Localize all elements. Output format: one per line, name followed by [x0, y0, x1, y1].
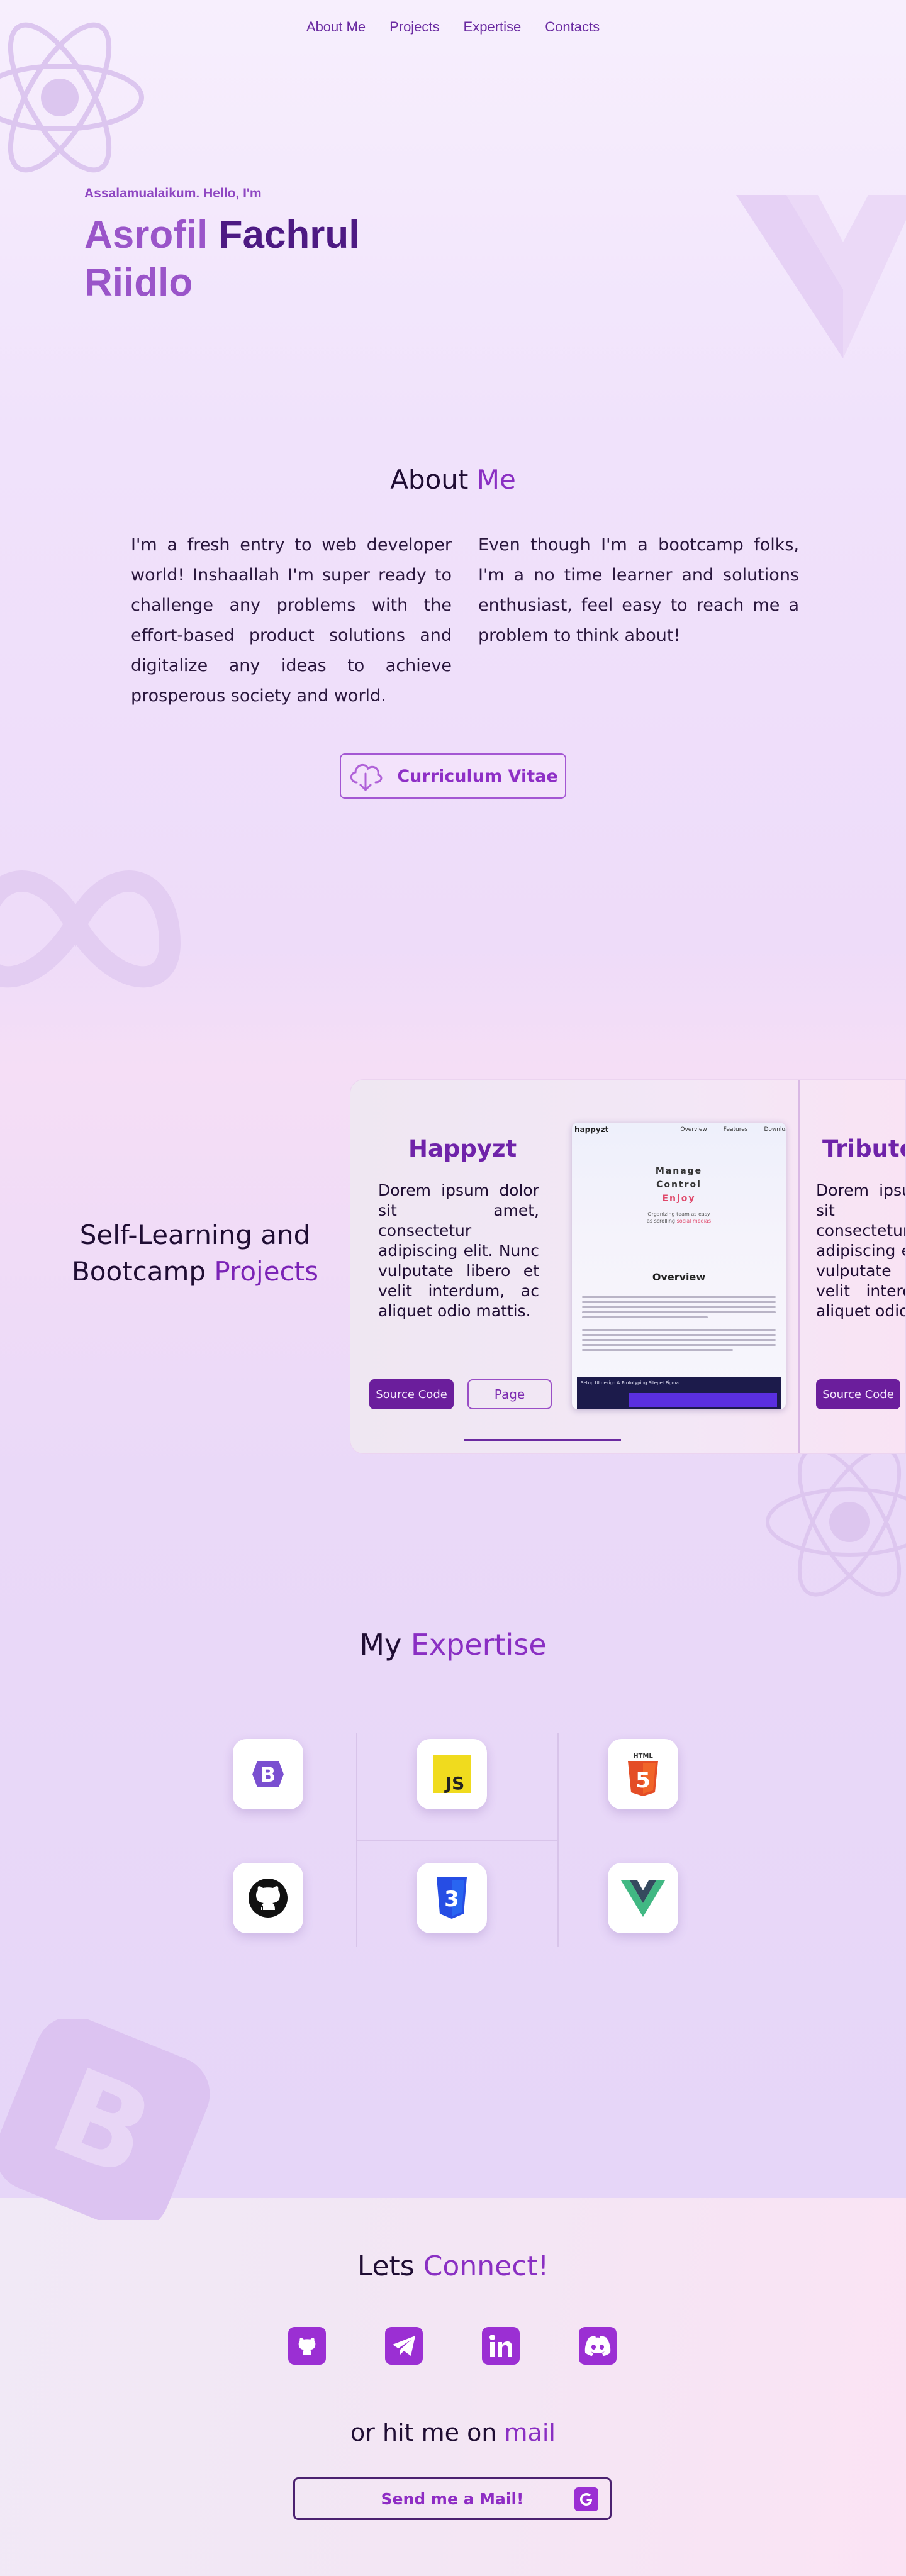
connect-title-accent: Connect!: [423, 2250, 549, 2282]
preview-nav-item: Download: [764, 1126, 786, 1133]
project-title: Tribute: [822, 1135, 906, 1162]
preview-sub-1: Organizing team as easy: [647, 1211, 710, 1217]
preview-headline-1: Manage: [655, 1166, 703, 1176]
preview-text-line: [582, 1334, 776, 1336]
preview-text-line: [582, 1349, 733, 1351]
github-icon: [298, 2338, 316, 2355]
grid-divider: [356, 1840, 559, 1841]
curriculum-vitae-button[interactable]: Curriculum Vitae: [340, 753, 566, 799]
svg-text:3: 3: [444, 1887, 459, 1912]
nav-about-me[interactable]: About Me: [306, 19, 366, 35]
page-button[interactable]: Page: [467, 1379, 552, 1409]
mail-heading-plain: or hit me on: [350, 2419, 497, 2446]
github-icon: [233, 1863, 303, 1933]
linkedin-icon: [489, 2334, 512, 2357]
preview-sub-2-red: social medias: [676, 1218, 711, 1224]
vue-watermark-icon: [736, 195, 906, 358]
project-title: Happyzt: [408, 1135, 517, 1162]
bootstrap-watermark-icon: B: [0, 2019, 210, 2220]
expertise-title-accent: Expertise: [410, 1628, 547, 1662]
about-title: About Me: [0, 464, 906, 495]
telegram-link[interactable]: [385, 2327, 423, 2365]
hero-greeting: Assalamualaikum. Hello, I'm: [84, 186, 262, 201]
html5-icon: HTML 5: [608, 1739, 678, 1809]
discord-link[interactable]: [579, 2327, 617, 2365]
expertise-title: My Expertise: [0, 1628, 906, 1662]
svg-text:5: 5: [635, 1768, 651, 1793]
linkedin-link[interactable]: [482, 2327, 520, 2365]
nav-contacts[interactable]: Contacts: [545, 19, 600, 35]
preview-headline-2: Control: [656, 1180, 702, 1190]
preview-text-line: [582, 1306, 776, 1308]
hero-name: Asrofil Fachrul Riidlo: [84, 211, 411, 307]
telegram-icon: [393, 2336, 415, 2356]
preview-nav-item: Overview: [680, 1126, 707, 1133]
preview-headline: Manage Control Enjoy: [572, 1164, 786, 1206]
preview-text-line: [582, 1316, 708, 1318]
preview-sub-2: as scrolling: [647, 1218, 676, 1224]
projects-heading-accent: Projects: [214, 1256, 319, 1287]
projects-carousel[interactable]: Happyzt Dorem ipsum dolor sit amet, cons…: [350, 1079, 906, 1454]
project-preview-screenshot: happyzt Overview Features Download Manag…: [572, 1123, 786, 1409]
nav-projects[interactable]: Projects: [389, 19, 439, 35]
preview-text-line: [582, 1301, 776, 1303]
svg-text:JS: JS: [444, 1773, 465, 1794]
nav-expertise[interactable]: Expertise: [464, 19, 522, 35]
send-mail-label: Send me a Mail!: [381, 2489, 524, 2508]
svg-text:B: B: [260, 1763, 276, 1787]
preview-text-line: [582, 1296, 776, 1298]
hero-name-last: Riidlo: [84, 261, 193, 304]
vue-icon: [608, 1863, 678, 1933]
preview-subtitle: Organizing team as easy as scrolling soc…: [572, 1211, 786, 1224]
projects-heading: Self-Learning and Bootcamp Projects: [63, 1217, 327, 1290]
hero-name-middle: Fachrul: [218, 213, 360, 257]
preview-text-line: [582, 1344, 776, 1346]
expertise-title-plain: My: [359, 1628, 402, 1662]
send-mail-button[interactable]: Send me a Mail!: [293, 2477, 612, 2520]
connect-title: Lets Connect!: [0, 2250, 906, 2282]
preview-navbar: happyzt Overview Features Download: [572, 1123, 786, 1136]
source-code-button[interactable]: Source Code: [369, 1379, 454, 1409]
preview-headline-3: Enjoy: [662, 1194, 696, 1204]
source-code-button[interactable]: Source Code: [816, 1379, 900, 1409]
connect-title-plain: Lets: [357, 2250, 415, 2282]
github-link[interactable]: [288, 2327, 326, 2365]
about-title-plain: About: [390, 464, 469, 495]
project-card-tribute: Tribute Dorem ipsum dolor sit amet, cons…: [800, 1080, 906, 1453]
project-description: Dorem ipsum dolor sit amet, consectetur …: [378, 1181, 539, 1320]
bootstrap-icon: B: [233, 1739, 303, 1809]
project-card-happyzt: Happyzt Dorem ipsum dolor sit amet, cons…: [350, 1080, 798, 1453]
cloud-download-icon: [350, 763, 383, 791]
svg-text:HTML: HTML: [633, 1753, 653, 1760]
mail-heading: or hit me on mail: [0, 2419, 906, 2446]
preview-logo: happyzt: [574, 1125, 609, 1134]
discord-icon: [584, 2336, 611, 2356]
meta-watermark-icon: [0, 870, 181, 988]
project-description: Dorem ipsum dolor sit amet, consectetur …: [816, 1181, 906, 1320]
about-paragraph-right: Even though I'm a bootcamp folks, I'm a …: [478, 535, 799, 645]
about-paragraph-left: I'm a fresh entry to web developer world…: [131, 535, 452, 706]
curriculum-vitae-label: Curriculum Vitae: [397, 766, 558, 786]
mail-heading-accent: mail: [504, 2419, 556, 2446]
about-title-accent: Me: [476, 464, 516, 495]
react-watermark-icon: [0, 22, 144, 173]
preview-text-line: [582, 1339, 776, 1341]
top-navigation: About Me Projects Expertise Contacts: [0, 19, 906, 35]
preview-video-bar: [629, 1393, 777, 1407]
preview-text-line: [582, 1329, 776, 1331]
preview-text-line: [582, 1311, 776, 1313]
carousel-scroll-indicator[interactable]: [464, 1439, 621, 1441]
preview-nav-item: Features: [723, 1126, 748, 1133]
gmail-icon: [574, 2487, 598, 2511]
javascript-icon: JS: [417, 1739, 487, 1809]
preview-section-title: Overview: [652, 1271, 706, 1283]
hero-name-first: Asrofil: [84, 213, 208, 257]
react-watermark-icon-2: [766, 1447, 906, 1597]
css3-icon: 3: [417, 1863, 487, 1933]
preview-video-title: Setup UI design & Prototyping Sitepet Fi…: [581, 1380, 679, 1385]
